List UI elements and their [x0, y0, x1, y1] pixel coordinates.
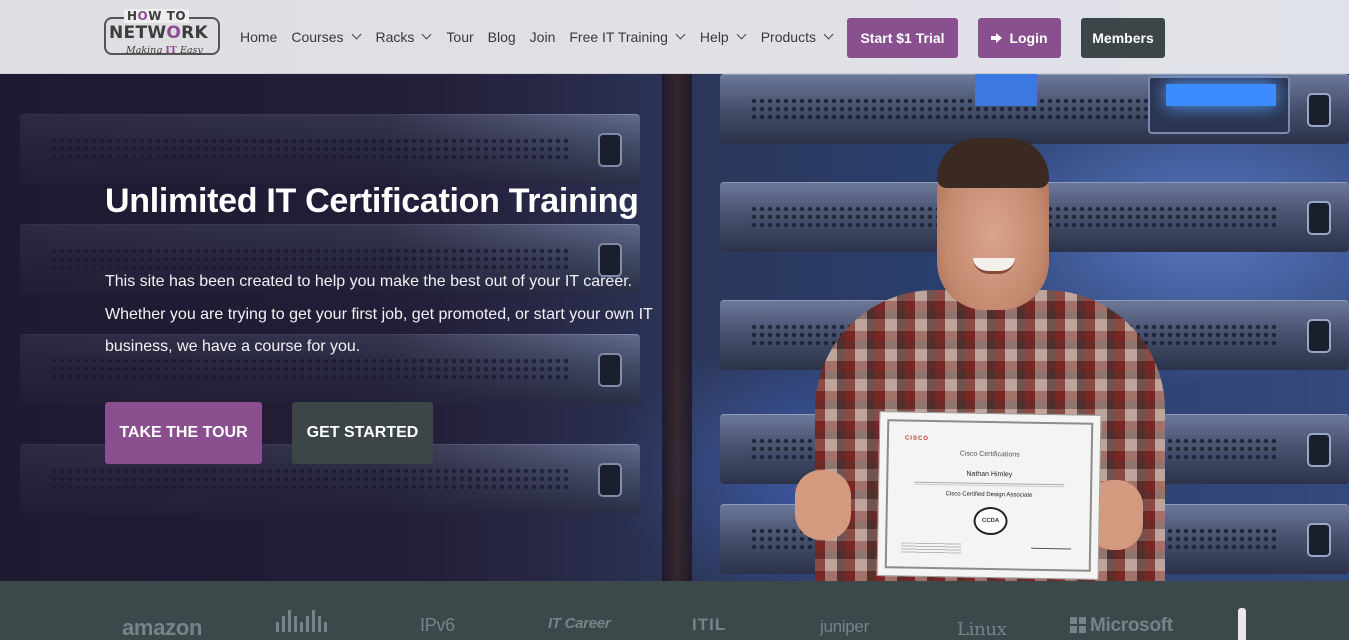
chevron-down-icon	[736, 29, 747, 40]
members-button[interactable]: Members	[1081, 18, 1165, 58]
hero-description-line: Whether you are trying to get your first…	[105, 305, 653, 323]
site-logo[interactable]: HOW TO NETWORK Making IT Easy	[104, 9, 220, 62]
windows-icon	[1070, 617, 1086, 633]
cert-title: Cisco Certifications	[959, 450, 1020, 459]
certificate: CISCO Cisco Certifications Nathan Himley…	[876, 411, 1102, 580]
nav-free-it-training-label: Free IT Training	[569, 29, 668, 45]
nav-products-label: Products	[760, 29, 816, 45]
take-the-tour-label: TAKE THE TOUR	[119, 424, 248, 441]
login-button[interactable]: Login	[978, 18, 1061, 58]
site-header: HOW TO NETWORK Making IT Easy Home Cours…	[0, 0, 1349, 74]
ccda-badge-icon: CCDA	[973, 506, 1008, 536]
nav-products[interactable]: Products	[760, 29, 834, 45]
start-trial-button[interactable]: Start $1 Trial	[847, 18, 958, 58]
nav-racks[interactable]: Racks	[375, 29, 432, 45]
logo-tagline: Making IT Easy	[126, 45, 203, 56]
nav-help[interactable]: Help	[699, 29, 747, 45]
microsoft-logo: Microsoft	[1070, 615, 1173, 637]
take-the-tour-button[interactable]: TAKE THE TOUR	[105, 402, 262, 464]
it-career-logo: IT Career	[548, 615, 611, 632]
logo-line2: NETWORK	[109, 23, 209, 43]
sign-in-icon	[991, 32, 1003, 44]
nav-courses-label: Courses	[291, 29, 344, 45]
cert-recipient: Nathan Himley	[966, 470, 1013, 479]
nav-home[interactable]: Home	[240, 29, 277, 45]
nav-courses[interactable]: Courses	[291, 29, 361, 45]
nav-tour[interactable]: Tour	[446, 29, 473, 45]
chevron-down-icon	[823, 29, 834, 40]
partner-logo-strip: amazon IPv6 IT Career ITIL juniper Linux…	[0, 581, 1349, 640]
nav-tour-label: Tour	[446, 29, 474, 45]
cert-course: Cisco Certified Design Associate	[945, 491, 1033, 499]
nav-home-label: Home	[240, 29, 278, 45]
cisco-logo-icon	[276, 609, 334, 640]
members-label: Members	[1092, 30, 1154, 46]
carousel-scrollbar[interactable]	[1238, 608, 1246, 640]
get-started-label: GET STARTED	[306, 424, 419, 441]
server-display-panel	[1148, 76, 1290, 134]
login-label: Login	[1009, 30, 1048, 46]
ipv6-logo: IPv6	[420, 615, 455, 635]
amazon-logo: amazon	[122, 615, 203, 640]
cert-logo: CISCO	[904, 435, 930, 442]
hero-description-line: business, we have a course for you.	[105, 338, 361, 355]
nav-join[interactable]: Join	[530, 29, 556, 45]
start-trial-label: Start $1 Trial	[860, 30, 945, 46]
nav-help-label: Help	[699, 29, 729, 45]
itil-logo: ITIL	[692, 615, 727, 634]
nav-racks-label: Racks	[375, 29, 415, 45]
chevron-down-icon	[675, 29, 686, 40]
hero-description: This site has been created to help you m…	[105, 266, 665, 364]
nav-join-label: Join	[529, 29, 556, 45]
linux-logo: Linux	[957, 619, 1007, 640]
hero-description-line: This site has been created to help you m…	[105, 273, 633, 290]
nav-blog-label: Blog	[487, 29, 516, 45]
chevron-down-icon	[421, 29, 432, 40]
microsoft-label: Microsoft	[1090, 615, 1173, 636]
signature-line	[1031, 547, 1072, 550]
main-nav: Home Courses Racks Tour Blog Join Free I…	[240, 0, 848, 74]
get-started-button[interactable]: GET STARTED	[292, 402, 433, 464]
chevron-down-icon	[351, 29, 361, 40]
hero-title: Unlimited IT Certification Training	[105, 182, 639, 220]
logo-line1: HOW TO	[124, 9, 190, 23]
nav-free-it-training[interactable]: Free IT Training	[569, 29, 686, 45]
juniper-logo: juniper	[820, 617, 869, 636]
nav-blog[interactable]: Blog	[488, 29, 516, 45]
